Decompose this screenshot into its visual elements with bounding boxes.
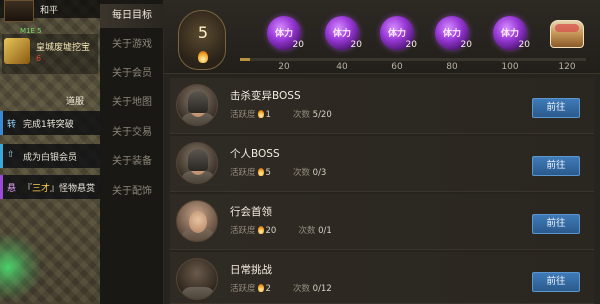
player-avatar[interactable] — [4, 0, 34, 22]
tick-label: 60 — [391, 62, 403, 72]
quest-title: 皇城废墟挖宝 — [36, 43, 91, 53]
skill-effect — [0, 230, 40, 304]
armored-warrior-portrait — [176, 84, 218, 126]
activity-row-personal-boss: 个人BOSS 活跃度 5 次数 0/3 前往 — [170, 136, 594, 192]
quest-scroll-icon — [4, 38, 30, 64]
treasure-chest-icon — [550, 20, 584, 48]
flame-icon — [257, 284, 264, 292]
reward-count: 20 — [292, 40, 304, 50]
armored-warrior-portrait — [176, 142, 218, 184]
player-name: 和平 — [40, 6, 59, 16]
activity-name: 行会首领 — [230, 206, 272, 218]
flame-icon — [257, 110, 264, 118]
activity-name: 击杀变异BOSS — [230, 90, 301, 102]
go-button[interactable]: 前往 — [532, 214, 580, 234]
activity-name: 日常挑战 — [230, 264, 272, 276]
task-text: 完成1转突破 — [23, 120, 74, 130]
flame-icon — [198, 51, 208, 63]
side-nav: 每日目标 关于游戏 关于会员 关于地图 关于交易 关于装备 关于配饰 — [100, 0, 164, 304]
task-text: 『三才』怪物悬赏 — [23, 184, 96, 194]
nav-about-map[interactable]: 关于地图 — [100, 91, 164, 115]
reward-count: 20 — [405, 40, 417, 50]
reward-stamina-80[interactable]: 体力 20 — [432, 14, 472, 54]
activity-progress-fill — [240, 58, 251, 61]
reward-stamina-20[interactable]: 体力 20 — [264, 14, 304, 54]
go-button[interactable]: 前往 — [532, 156, 580, 176]
reward-chest-120[interactable] — [547, 14, 587, 54]
daily-goals-content: 5 体力 20 20 体力 20 40 体力 20 60 体力 20 80 体力… — [164, 0, 600, 304]
activity-meta: 活跃度 5 次数 0/3 — [230, 168, 327, 178]
reward-count: 20 — [518, 40, 530, 50]
activity-score-badge: 5 — [178, 10, 226, 70]
arrow-up-icon: ⇧ — [7, 150, 15, 160]
task-item-membership[interactable]: ⇧ 成为白银会员 — [0, 144, 100, 168]
activity-progress-bar — [240, 58, 586, 61]
activity-row-daily-challenge: 日常挑战 活跃度 2 次数 0/12 前往 — [170, 252, 594, 304]
nav-about-accessories[interactable]: 关于配饰 — [100, 180, 164, 204]
task-highlight: 三才 — [32, 184, 51, 194]
tick-label: 40 — [336, 62, 348, 72]
tick-label: 80 — [446, 62, 458, 72]
reward-count: 20 — [460, 40, 472, 50]
activity-row-guild-leader: 行会首领 活跃度 20 次数 0/1 前往 — [170, 194, 594, 250]
reward-stamina-40[interactable]: 体力 20 — [322, 14, 362, 54]
activity-meta: 活跃度 1 次数 5/20 — [230, 110, 332, 120]
reward-count: 20 — [350, 40, 362, 50]
dark-figure-portrait — [176, 258, 218, 300]
nav-about-equipment[interactable]: 关于装备 — [100, 150, 164, 174]
bald-elder-portrait — [176, 200, 218, 242]
go-button[interactable]: 前往 — [532, 272, 580, 292]
nav-about-game[interactable]: 关于游戏 — [100, 33, 164, 57]
npc-name: 道服 — [66, 97, 85, 107]
activity-progress-header: 5 体力 20 20 体力 20 40 体力 20 60 体力 20 80 体力… — [164, 0, 600, 74]
nav-about-membership[interactable]: 关于会员 — [100, 62, 164, 86]
nav-daily-goals[interactable]: 每日目标 — [100, 4, 164, 28]
activity-meta: 活跃度 2 次数 0/12 — [230, 284, 332, 294]
quest-tracker[interactable]: 皇城废墟挖宝 6 — [2, 34, 98, 74]
activity-score: 5 — [197, 23, 209, 42]
help-panel: 每日目标 关于游戏 关于会员 关于地图 关于交易 关于装备 关于配饰 5 体力 … — [100, 0, 600, 304]
reward-stamina-60[interactable]: 体力 20 — [377, 14, 417, 54]
task-kind-label: 转 — [7, 120, 17, 130]
reward-stamina-100[interactable]: 体力 20 — [490, 14, 530, 54]
tick-label: 20 — [278, 62, 290, 72]
tick-label: 120 — [558, 62, 576, 72]
task-item-bounty[interactable]: 悬 『三才』怪物悬赏 — [0, 175, 100, 199]
flame-icon — [257, 168, 264, 176]
task-item-breakthrough[interactable]: 转 完成1转突破 — [0, 111, 100, 135]
nav-about-trade[interactable]: 关于交易 — [100, 121, 164, 145]
activity-meta: 活跃度 20 次数 0/1 — [230, 226, 332, 236]
flame-icon — [257, 226, 264, 234]
activity-row-mutant-boss: 击杀变异BOSS 活跃度 1 次数 5/20 前往 — [170, 78, 594, 134]
task-text: 成为白银会员 — [23, 153, 78, 163]
game-world-background: 和平 M1E 5 皇城废墟挖宝 6 道服 转 完成1转突破 ⇧ 成为白银会员 悬… — [0, 0, 100, 304]
go-button[interactable]: 前往 — [532, 98, 580, 118]
quest-subtitle: 6 — [36, 54, 42, 63]
tick-label: 100 — [501, 62, 519, 72]
activity-name: 个人BOSS — [230, 148, 280, 160]
task-kind-label: 悬 — [7, 184, 17, 194]
